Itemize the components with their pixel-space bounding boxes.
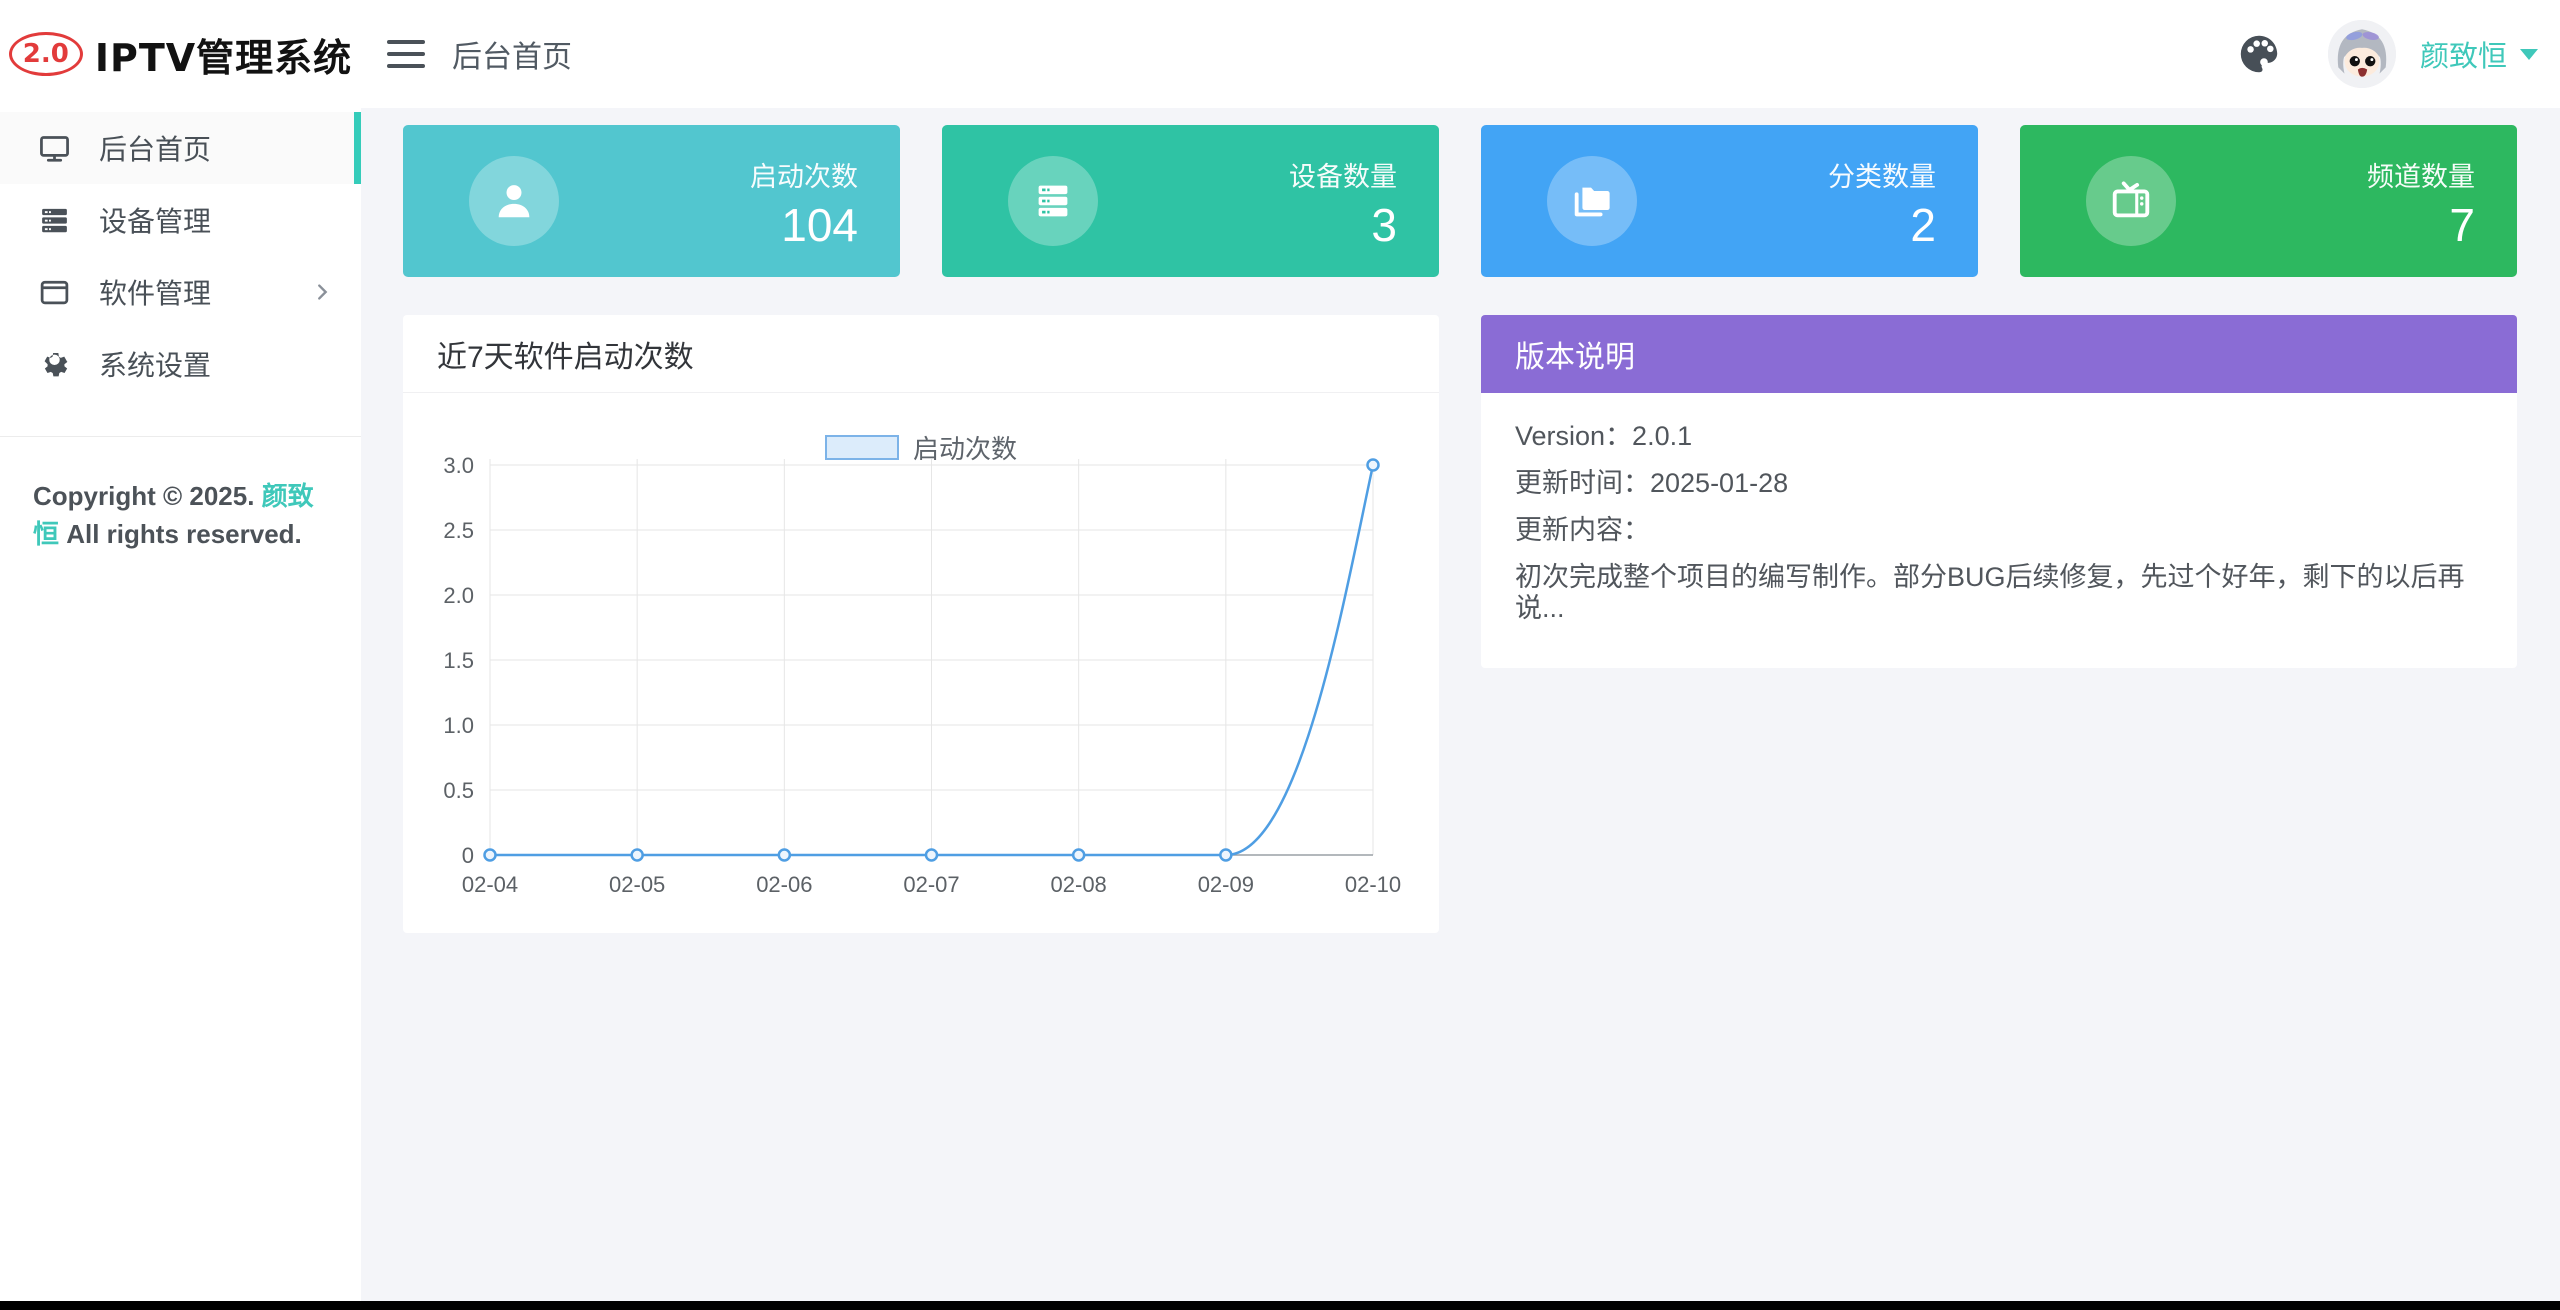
stat-value: 7 xyxy=(2449,198,2475,251)
app-logo[interactable]: 2.0 IPTV管理系统 xyxy=(0,0,361,108)
svg-text:02-10: 02-10 xyxy=(1345,872,1401,897)
stat-cards-row: 启动次数 104 设备数量 3 分类数量 2 频道数量 7 xyxy=(403,125,2517,277)
copyright-suffix: All rights reserved. xyxy=(59,519,302,549)
window-icon xyxy=(38,276,71,309)
stat-card-text: 分类数量 2 xyxy=(1828,155,1936,248)
logo-version-badge: 2.0 xyxy=(8,32,83,76)
server-icon xyxy=(38,204,71,237)
svg-text:02-06: 02-06 xyxy=(756,872,812,897)
stat-card-launches: 启动次数 104 xyxy=(403,125,900,277)
stat-value: 2 xyxy=(1910,198,1936,251)
stat-label: 分类数量 xyxy=(1828,161,1936,192)
logo-title: IPTV管理系统 xyxy=(94,35,353,80)
tv-icon xyxy=(2086,156,2176,246)
gear-icon xyxy=(38,348,71,381)
chart-body: 0 0.5 1.0 1.5 2.0 2.5 3.0 02-04 02-05 02-06 02-07 0… xyxy=(403,393,1439,933)
stat-card-categories: 分类数量 2 xyxy=(1481,125,1978,277)
line-chart[interactable]: 00.51.01.52.02.53.002-04 02-05 02-06 02-07 0… xyxy=(403,393,1439,933)
sidebar-item-label: 系统设置 xyxy=(99,350,212,381)
svg-text:02-07: 02-07 xyxy=(903,872,959,897)
version-card-body: Version：2.0.1 更新时间：2025-01-28 更新内容： 初次完成… xyxy=(1481,393,2517,668)
sidebar-item-devices[interactable]: 设备管理 xyxy=(0,184,361,256)
stat-label: 设备数量 xyxy=(1289,161,1397,192)
update-content-text: 初次完成整个项目的编写制作。部分BUG后续修复，先过个好年，剩下的以后再说... xyxy=(1515,562,2465,623)
svg-text:2.5: 2.5 xyxy=(443,518,474,543)
svg-text:02-09: 02-09 xyxy=(1198,872,1254,897)
version-card: 版本说明 Version：2.0.1 更新时间：2025-01-28 更新内容：… xyxy=(1481,315,2517,668)
sidebar-divider xyxy=(0,436,361,437)
copyright-prefix: Copyright © 2025. xyxy=(33,481,262,511)
svg-text:2.0: 2.0 xyxy=(443,583,474,608)
version-number: Version：2.0.1 xyxy=(1515,421,1693,451)
caret-down-icon[interactable] xyxy=(2520,48,2538,60)
bottom-bar xyxy=(0,1301,2560,1310)
update-date: 更新时间：2025-01-28 xyxy=(1515,468,1789,498)
legend-swatch xyxy=(824,435,899,460)
stat-card-channels: 频道数量 7 xyxy=(2020,125,2517,277)
legend-label: 启动次数 xyxy=(912,434,1017,464)
launch-chart-card: 近7天软件启动次数 0 0.5 1.0 1.5 2.0 2.5 3.0 02-04 02-05 0… xyxy=(403,315,1439,933)
monitor-icon xyxy=(38,132,71,165)
svg-text:0.5: 0.5 xyxy=(443,778,474,803)
chevron-right-icon xyxy=(311,281,333,303)
folders-icon xyxy=(1547,156,1637,246)
stat-value: 104 xyxy=(781,198,858,251)
sidebar-item-label: 设备管理 xyxy=(99,206,212,237)
stat-label: 频道数量 xyxy=(2367,161,2475,192)
sidebar-item-label: 后台首页 xyxy=(99,134,212,165)
update-content-label: 更新内容： xyxy=(1515,515,1650,545)
panels-row: 近7天软件启动次数 0 0.5 1.0 1.5 2.0 2.5 3.0 02-04 02-05 0… xyxy=(403,315,2517,933)
menu-toggle-button[interactable] xyxy=(387,40,425,68)
stat-value: 3 xyxy=(1371,198,1397,251)
avatar[interactable] xyxy=(2327,20,2396,88)
copyright-text: Copyright © 2025. 颜致恒 All rights reserve… xyxy=(33,477,329,553)
sidebar-item-settings[interactable]: 系统设置 xyxy=(0,328,361,400)
svg-text:1.0: 1.0 xyxy=(443,713,474,738)
username[interactable]: 颜致恒 xyxy=(2420,33,2507,75)
svg-text:02-05: 02-05 xyxy=(609,872,665,897)
sidebar-menu: 后台首页 设备管理 软件管理 系统设置 xyxy=(0,112,361,400)
stat-label: 启动次数 xyxy=(750,161,858,192)
user-icon xyxy=(469,156,559,246)
version-card-title: 版本说明 xyxy=(1481,315,2517,393)
topbar: 后台首页 颜致恒 xyxy=(361,0,2560,108)
svg-text:1.5: 1.5 xyxy=(443,648,474,673)
stat-card-text: 频道数量 7 xyxy=(2367,155,2475,248)
chart-legend[interactable]: 启动次数 xyxy=(403,429,1439,466)
main-content: 启动次数 104 设备数量 3 分类数量 2 频道数量 7 近7天软件启动次数 … xyxy=(361,108,2560,933)
sidebar: 2.0 IPTV管理系统 后台首页 设备管理 软件管理 系统设置 Copyrig… xyxy=(0,0,361,1310)
theme-palette-button[interactable] xyxy=(2236,31,2282,77)
sidebar-item-dashboard[interactable]: 后台首页 xyxy=(0,112,361,184)
sidebar-item-label: 软件管理 xyxy=(99,278,212,309)
topbar-right: 颜致恒 xyxy=(2236,20,2538,88)
sidebar-item-software[interactable]: 软件管理 xyxy=(0,256,361,328)
stat-card-text: 启动次数 104 xyxy=(750,155,858,248)
chart-title: 近7天软件启动次数 xyxy=(403,315,1439,393)
breadcrumb: 后台首页 xyxy=(452,41,572,74)
svg-text:02-08: 02-08 xyxy=(1051,872,1107,897)
server-stack-icon xyxy=(1008,156,1098,246)
svg-text:02-04: 02-04 xyxy=(462,872,518,897)
stat-card-text: 设备数量 3 xyxy=(1289,155,1397,248)
stat-card-devices: 设备数量 3 xyxy=(942,125,1439,277)
svg-text:0: 0 xyxy=(462,843,474,868)
